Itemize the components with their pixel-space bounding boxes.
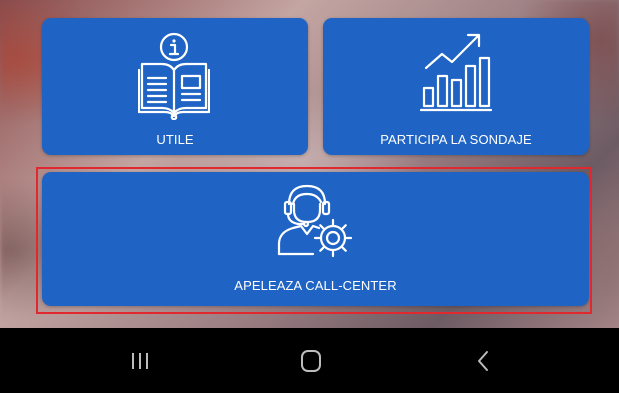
- back-button[interactable]: [448, 328, 518, 393]
- operator-headset-gear-icon: [277, 184, 353, 258]
- navigation-bar: [0, 328, 619, 393]
- home-icon: [301, 349, 321, 372]
- participa-sondaje-label: PARTICIPA LA SONDAJE: [380, 132, 532, 147]
- info-book-icon: [138, 32, 210, 120]
- utile-label: UTILE: [156, 132, 194, 147]
- bar-chart-growth-icon: [420, 33, 492, 112]
- apeleaza-call-center-button[interactable]: APELEAZA CALL-CENTER: [42, 172, 589, 306]
- apeleaza-call-center-label: APELEAZA CALL-CENTER: [234, 278, 397, 293]
- participa-sondaje-button[interactable]: PARTICIPA LA SONDAJE: [323, 18, 589, 155]
- back-icon: [478, 350, 488, 371]
- home-button[interactable]: [276, 328, 346, 393]
- utile-button[interactable]: UTILE: [42, 18, 308, 155]
- recent-apps-button[interactable]: [105, 328, 175, 393]
- app-screen: UTILE PARTICIPA LA SONDAJE APELEAZA CALL…: [0, 0, 619, 393]
- recent-apps-icon: [132, 352, 148, 369]
